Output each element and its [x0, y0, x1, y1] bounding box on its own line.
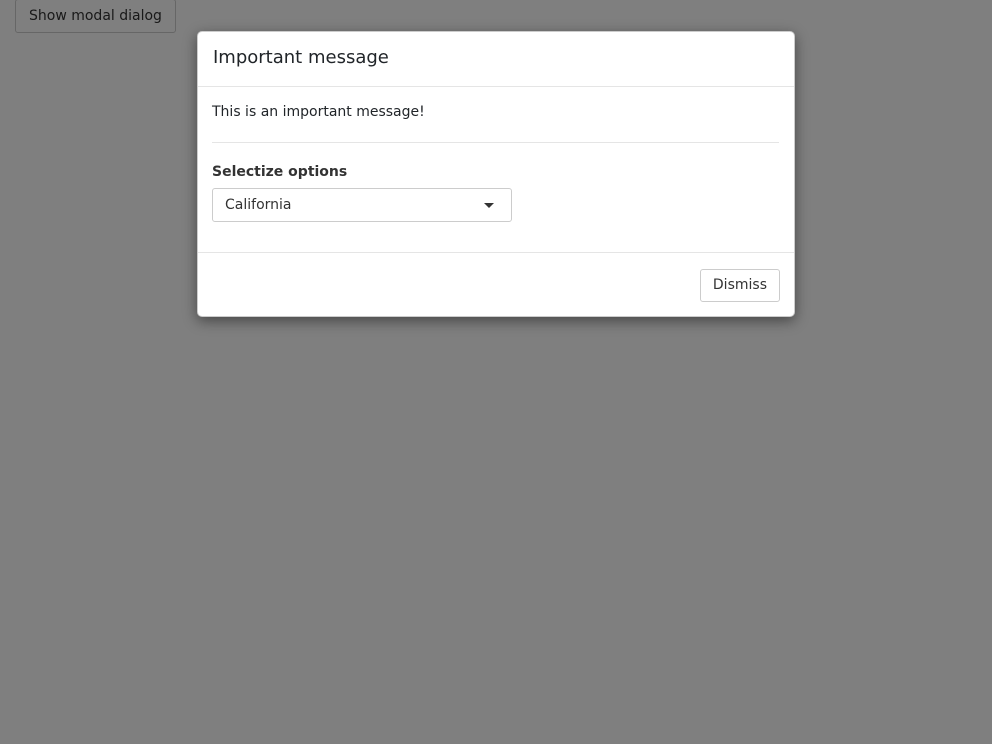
modal-header: Important message: [198, 32, 794, 87]
modal-title: Important message: [213, 47, 389, 68]
dismiss-button[interactable]: Dismiss: [699, 269, 780, 302]
selectize-options-label: Selectize options: [212, 164, 348, 180]
chevron-down-icon: [484, 203, 494, 208]
selected-option: California: [225, 197, 292, 213]
selectize-dropdown[interactable]: California: [212, 188, 512, 222]
modal-divider: [212, 142, 779, 143]
modal-footer: Dismiss: [198, 253, 794, 316]
page: Show modal dialog Important message This…: [0, 0, 992, 744]
modal-message: This is an important message!: [212, 104, 425, 120]
modal-body: This is an important message! Selectize …: [198, 87, 794, 253]
modal-dialog: Important message This is an important m…: [197, 31, 795, 317]
